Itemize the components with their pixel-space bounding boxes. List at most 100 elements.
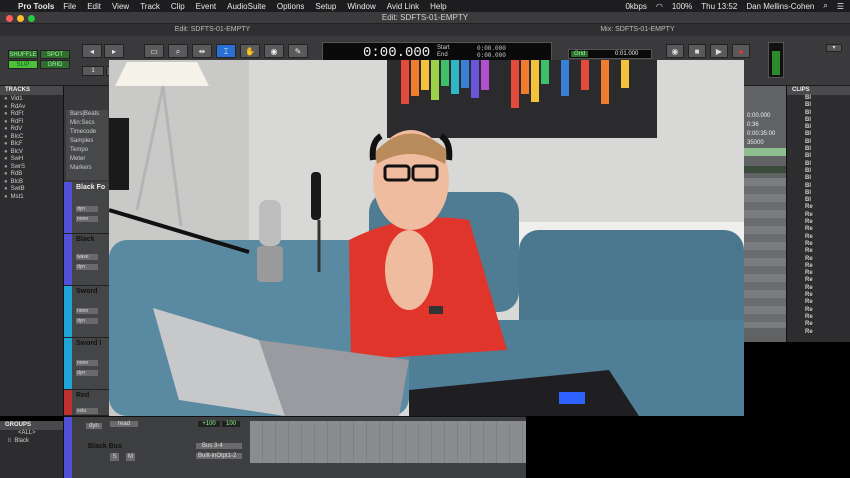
clip-list-item[interactable]: Bl bbox=[787, 124, 850, 131]
clip-list-item[interactable]: Re bbox=[787, 277, 850, 284]
track-visible-icon[interactable]: ● bbox=[4, 104, 8, 112]
clip-list-item[interactable]: Re bbox=[787, 241, 850, 248]
track-automation-btn[interactable]: dyn bbox=[76, 264, 98, 270]
clip-list-item[interactable]: Re bbox=[787, 321, 850, 328]
track-visible-icon[interactable]: ● bbox=[4, 134, 8, 142]
track-visible-icon[interactable]: ● bbox=[4, 171, 8, 179]
strip-track-name[interactable]: Black Bus bbox=[88, 443, 122, 450]
tracks-header[interactable]: TRACKS bbox=[0, 86, 63, 95]
track-list-item[interactable]: ● BlcC bbox=[0, 134, 63, 142]
menu-app-name[interactable]: Pro Tools bbox=[18, 2, 54, 11]
clip-list-item[interactable]: Re bbox=[787, 234, 850, 241]
menu-clip[interactable]: Clip bbox=[171, 2, 185, 11]
track-list-item[interactable]: ● RdFt bbox=[0, 111, 63, 119]
track-header-4[interactable]: Sword I none dyn bbox=[64, 338, 110, 390]
track-header-1[interactable]: Black Fo dyn none bbox=[64, 182, 110, 234]
track-header-2[interactable]: Black dyn wave bbox=[64, 234, 110, 286]
ruler-label[interactable]: Samples bbox=[66, 137, 108, 146]
stop-button[interactable]: ■ bbox=[688, 44, 706, 58]
tab-mix[interactable]: Mix: SDFTS-01-EMPTY bbox=[425, 24, 850, 36]
clip-list-item[interactable]: Re bbox=[787, 314, 850, 321]
menu-window[interactable]: Window bbox=[347, 2, 375, 11]
track-automation-btn[interactable]: dyn bbox=[76, 318, 98, 324]
zoom-in-button[interactable]: ▸ bbox=[104, 44, 124, 58]
clip-list-item[interactable]: Re bbox=[787, 299, 850, 306]
track-list-item[interactable]: ● RdAv bbox=[0, 104, 63, 112]
clip-list-item[interactable]: Bl bbox=[787, 139, 850, 146]
strip-vol-value[interactable]: 100 bbox=[222, 421, 240, 427]
track-view-btn[interactable]: none bbox=[76, 308, 98, 314]
edit-mode-1-button[interactable]: 1 bbox=[82, 66, 104, 76]
clip-list-item[interactable]: Bl bbox=[787, 110, 850, 117]
track-name[interactable]: Sword bbox=[76, 288, 97, 295]
close-window-button[interactable] bbox=[6, 15, 13, 22]
track-list-item[interactable]: ● Vid1 bbox=[0, 96, 63, 104]
track-name[interactable]: Black bbox=[76, 236, 95, 243]
battery-percent[interactable]: 100% bbox=[672, 2, 692, 11]
zoomer-tool-icon[interactable]: ⌕ bbox=[168, 44, 188, 58]
shuffle-mode-button[interactable]: SHUFFLE bbox=[8, 50, 38, 59]
track-visible-icon[interactable]: ● bbox=[4, 186, 8, 194]
clip-list-item[interactable]: Bl bbox=[787, 161, 850, 168]
track-visible-icon[interactable]: ● bbox=[4, 119, 8, 127]
clip-list-item[interactable]: Re bbox=[787, 292, 850, 299]
track-list-item[interactable]: ● BlcV bbox=[0, 149, 63, 157]
clip-list-item[interactable]: Re bbox=[787, 329, 850, 336]
track-list-item[interactable]: ● RdB bbox=[0, 171, 63, 179]
clip-list-item[interactable]: Re bbox=[787, 270, 850, 277]
ruler-label[interactable]: Bars|Beats bbox=[66, 110, 108, 119]
track-list-item[interactable]: ● SwrS bbox=[0, 164, 63, 172]
strip-output-select[interactable]: Built-inOtpt1-2 bbox=[196, 453, 242, 459]
zoom-window-button[interactable] bbox=[28, 15, 35, 22]
menu-list-icon[interactable]: ☰ bbox=[837, 2, 844, 11]
clip-list-item[interactable]: Re bbox=[787, 204, 850, 211]
menu-help[interactable]: Help bbox=[430, 2, 446, 11]
track-visible-icon[interactable]: ● bbox=[4, 194, 8, 202]
groups-header[interactable]: GROUPS bbox=[0, 421, 63, 430]
menu-event[interactable]: Event bbox=[196, 2, 216, 11]
zoom-preset-button[interactable]: ▭ bbox=[144, 44, 164, 58]
track-name[interactable]: Sword I bbox=[76, 340, 101, 347]
clip-list-item[interactable]: Re bbox=[787, 226, 850, 233]
track-list-item[interactable]: ● SwtB bbox=[0, 186, 63, 194]
track-visible-icon[interactable]: ● bbox=[4, 126, 8, 134]
track-header-5[interactable]: Red volu bbox=[64, 390, 110, 416]
menu-track[interactable]: Track bbox=[140, 2, 160, 11]
clip-list-item[interactable]: Re bbox=[787, 248, 850, 255]
clip-list-item[interactable]: Bl bbox=[787, 131, 850, 138]
clip-list-item[interactable]: Bl bbox=[787, 197, 850, 204]
clip-list-item[interactable]: Re bbox=[787, 263, 850, 270]
zoom-out-button[interactable]: ◂ bbox=[82, 44, 102, 58]
slip-mode-button[interactable]: SLIP bbox=[8, 60, 38, 69]
user-name[interactable]: Dan Mellins-Cohen bbox=[746, 2, 814, 11]
track-visible-icon[interactable]: ● bbox=[4, 179, 8, 187]
wifi-icon[interactable]: ◠ bbox=[656, 2, 663, 11]
grid-value-field[interactable]: Grid 0:01.000 bbox=[568, 49, 652, 59]
clip-list-item[interactable]: Bl bbox=[787, 146, 850, 153]
clip-list-item[interactable]: Bl bbox=[787, 102, 850, 109]
grabber-tool-icon[interactable]: ✋ bbox=[240, 44, 260, 58]
minimize-window-button[interactable] bbox=[17, 15, 24, 22]
mute-button[interactable]: M bbox=[126, 453, 135, 461]
clip-list-item[interactable]: Re bbox=[787, 256, 850, 263]
track-list-item[interactable]: ● RdFl bbox=[0, 119, 63, 127]
track-header-3[interactable]: Sword none dyn bbox=[64, 286, 110, 338]
track-list-item[interactable]: ● RdV bbox=[0, 126, 63, 134]
clip-list-item[interactable]: Bl bbox=[787, 190, 850, 197]
menu-avid-link[interactable]: Avid Link bbox=[387, 2, 419, 11]
menu-audiosuite[interactable]: AudioSuite bbox=[227, 2, 266, 11]
track-list-item[interactable]: ● BlcF bbox=[0, 141, 63, 149]
clip-list-item[interactable]: Re bbox=[787, 307, 850, 314]
solo-button[interactable]: S bbox=[110, 453, 119, 461]
search-icon[interactable]: ⌕ bbox=[823, 1, 827, 11]
main-counter[interactable]: 0:00.000 Start End 0:00.000 0:00.000 bbox=[322, 42, 552, 62]
start-value[interactable]: 0:00.000 bbox=[477, 45, 506, 52]
spot-mode-button[interactable]: SPOT bbox=[40, 50, 70, 59]
track-visible-icon[interactable]: ● bbox=[4, 96, 8, 104]
clip-list-item[interactable]: Re bbox=[787, 219, 850, 226]
clip-list-item[interactable]: Re bbox=[787, 285, 850, 292]
clip-list-item[interactable]: Bl bbox=[787, 117, 850, 124]
track-name[interactable]: Black Fo bbox=[76, 184, 105, 191]
network-rate[interactable]: 0kbps bbox=[625, 2, 646, 11]
strip-read-btn[interactable]: read bbox=[110, 421, 138, 427]
